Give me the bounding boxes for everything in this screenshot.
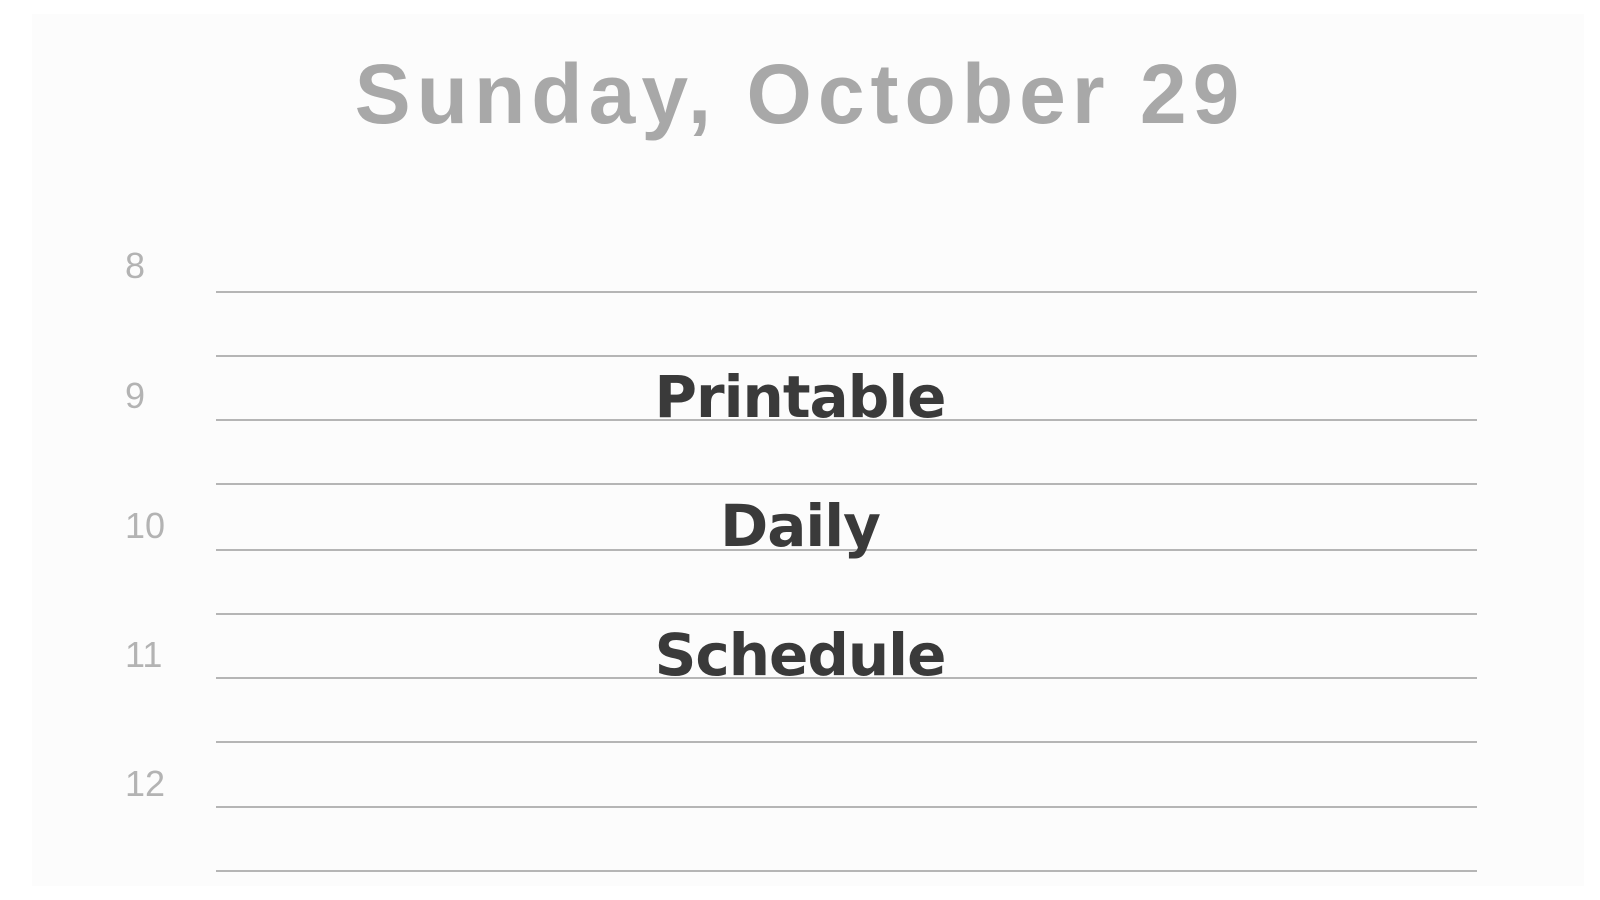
overlay-word-schedule: Schedule — [654, 621, 947, 689]
schedule-rule-line — [216, 613, 1477, 615]
schedule-rule-line — [216, 806, 1477, 808]
schedule-rule-line — [216, 483, 1477, 485]
date-heading: Sunday, October 29 — [354, 47, 1246, 141]
overlay-word-printable: Printable — [654, 363, 947, 431]
hour-label-12: 12 — [125, 763, 166, 804]
hour-label-8: 8 — [125, 245, 146, 286]
overlay-word-daily: Daily — [720, 492, 881, 560]
schedule-sheet — [32, 14, 1584, 886]
schedule-rule-line — [216, 741, 1477, 743]
schedule-rule-line — [216, 291, 1477, 293]
schedule-rule-line — [216, 355, 1477, 357]
schedule-rule-line — [216, 870, 1477, 872]
